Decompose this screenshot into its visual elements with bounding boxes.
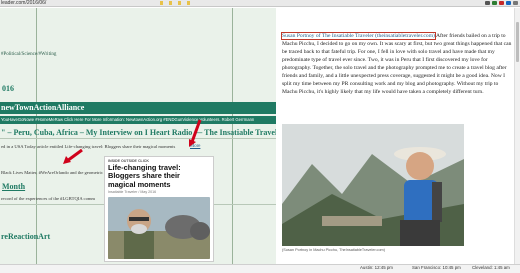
lives-text: Black Lives Matter, #WeAreOrlando and th… [1,170,103,175]
record-text: record of the experiences of the #LGBTQI… [1,196,96,201]
feature-card[interactable]: INSIDE OUTSIDE CLICK Life-changing trave… [104,156,214,262]
bookmark-icon[interactable] [160,1,163,5]
clock-austin: Austin: 12:45 pm [360,265,393,270]
machu-picchu-photo [282,124,464,246]
extension-icon[interactable] [506,1,511,5]
annotation-arrow-icon [63,148,83,164]
feature-photo [108,197,210,259]
photo-caption: (Susan Portnoy in Machu Picchu, TheInsat… [282,248,385,252]
bookmark-icon[interactable] [178,1,181,5]
reaction-art-heading[interactable]: reReactionArt [1,232,50,241]
clock-sanfrancisco: San Francisco: 10:45 pm [412,265,461,270]
category-links[interactable]: #Political/Science/#Writing [1,52,56,57]
article-body: After friends bailed on a trip to Machu … [282,33,512,95]
annotation-arrow-icon [189,119,202,147]
section-header-bar: newTownActionAlliance [0,102,276,114]
extension-icon[interactable] [485,1,490,5]
address-bar[interactable]: leader.com/2016/06/ [0,0,111,6]
extension-icons [485,0,518,6]
year-heading: 016 [2,84,14,93]
feature-byline: Insatiable Traveler / May 2016 [108,190,157,194]
menu-icon[interactable] [513,1,518,5]
extension-icon[interactable] [499,1,504,5]
month-heading[interactable]: Month [2,182,25,191]
scrollbar-thumb[interactable] [516,22,519,62]
post-excerpt: ed in a USA Today article entitled Life-… [1,144,176,149]
bookmark-icon[interactable] [187,1,190,5]
article-panel: Susan Portnoy of The Insatiable Traveler… [278,8,514,264]
highlighted-source[interactable]: Susan Portnoy of The Insatiable Traveler… [281,32,436,40]
bookmark-icon[interactable] [169,1,172,5]
feature-title[interactable]: Life-changing travel: Bloggers share the… [108,163,208,189]
man-with-elephants-photo [108,197,210,259]
ticker-text[interactable]: YouHaveGoNowe #HomeMeRaw Click Here For … [1,117,254,122]
bookmark-icons [160,1,190,5]
divider [0,138,276,139]
article-photo [282,124,464,246]
clock-cleveland: Cleveland: 1:45 am [472,265,510,270]
extension-icon[interactable] [492,1,497,5]
article-paragraph: Susan Portnoy of The Insatiable Traveler… [281,32,512,96]
section-title[interactable]: newTownActionAlliance [1,103,84,112]
blog-page: #Political/Science/#Writing 016 newTownA… [0,8,276,264]
ticker-bar: YouHaveGoNowe #HomeMeRaw Click Here For … [0,116,276,124]
post-title[interactable]: " – Peru, Cuba, Africa – My Interview on… [1,128,276,137]
